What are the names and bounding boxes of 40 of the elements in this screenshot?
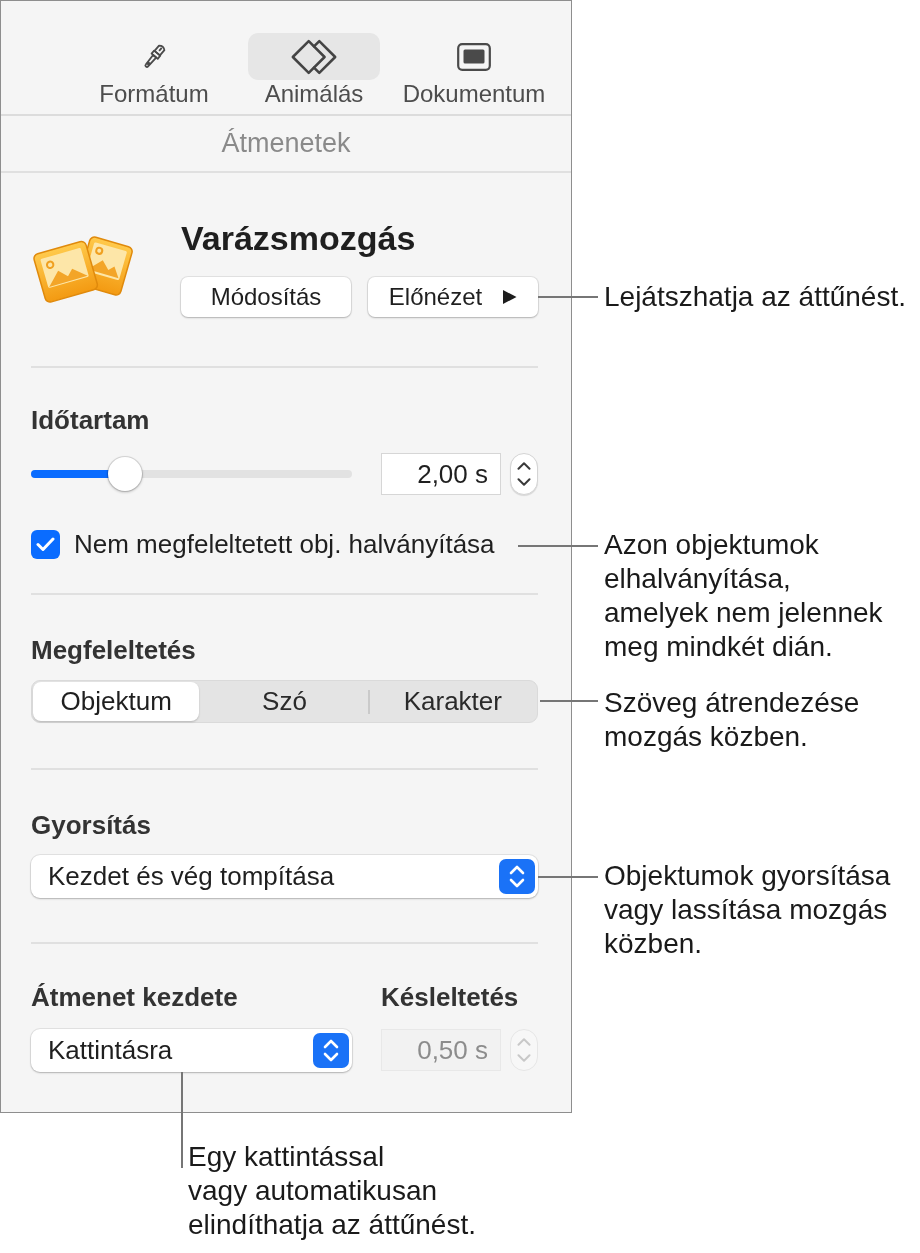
section-label: Gyorsítás bbox=[31, 810, 152, 840]
easing-dropdown[interactable]: Kezdet és vég tompítása bbox=[31, 855, 538, 898]
leader-line bbox=[538, 876, 598, 878]
slider-track[interactable] bbox=[31, 457, 352, 491]
checkbox[interactable] bbox=[31, 529, 60, 559]
section-label: Időtartam bbox=[31, 405, 151, 435]
duration-field[interactable]: 2,00 s bbox=[381, 453, 501, 495]
start-dropdown[interactable]: Kattintásra bbox=[31, 1029, 352, 1072]
leader-line bbox=[540, 700, 598, 702]
section-label: Késleltetés bbox=[381, 982, 520, 1012]
section-label: Átmenet kezdete bbox=[31, 982, 239, 1012]
section-header: Átmenetek bbox=[221, 127, 351, 161]
leader-line bbox=[538, 296, 598, 298]
stepper[interactable] bbox=[510, 453, 538, 495]
callout-text: Objektumok gyorsítása vagy lassítása mozgás közben. bbox=[604, 859, 891, 961]
display-icon bbox=[457, 42, 491, 71]
check-icon bbox=[36, 536, 55, 552]
callout-text: Egy kattintással vagy automatikusan elindíthatja az áttűnést. bbox=[188, 1140, 476, 1242]
callout-text: Lejátszhatja az áttűnést. bbox=[604, 280, 906, 314]
toolbar-tab[interactable]: Formátum bbox=[79, 33, 229, 108]
toolbar-tab[interactable]: Dokumentum bbox=[399, 33, 549, 108]
up-down-chevrons-icon bbox=[313, 1033, 349, 1068]
segment[interactable]: Szó bbox=[201, 682, 368, 721]
play-icon bbox=[502, 289, 518, 305]
callout-text: Szöveg átrendezése mozgás közben. bbox=[604, 686, 860, 754]
diamonds-icon bbox=[290, 38, 338, 75]
chevron-up-icon bbox=[517, 1038, 531, 1046]
chevron-down-icon bbox=[517, 1054, 531, 1062]
preview-button[interactable]: Előnézet bbox=[368, 277, 538, 317]
chevron-up-icon bbox=[517, 462, 531, 470]
chevron-down-icon bbox=[517, 478, 531, 486]
segment[interactable]: Karakter bbox=[369, 682, 536, 721]
up-down-chevrons-icon bbox=[499, 859, 535, 894]
slider-thumb[interactable] bbox=[108, 457, 143, 491]
callout-text: Azon objektumok elhalványítása, amelyek nem jelennek meg mindkét dián. bbox=[604, 528, 883, 664]
transition-title: Varázsmozgás bbox=[181, 218, 417, 258]
checkbox-label: Nem megfeleltetett obj. halványítása bbox=[74, 527, 495, 561]
edit-button[interactable]: Módosítás bbox=[181, 277, 351, 317]
section-label: Megfeleltetés bbox=[31, 635, 197, 665]
segment[interactable]: Objektum bbox=[33, 682, 200, 721]
